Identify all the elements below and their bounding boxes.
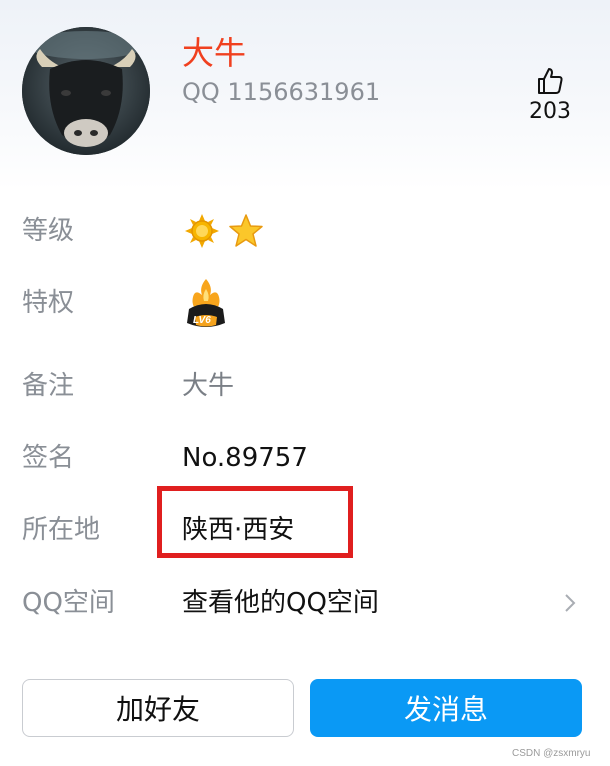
watermark: CSDN @zsxmryu xyxy=(512,748,591,759)
remark-value[interactable]: 大牛 xyxy=(182,369,234,403)
send-message-button[interactable]: 发消息 xyxy=(310,679,582,737)
qzone-label: QQ空间 xyxy=(22,588,115,618)
thumbs-up-icon xyxy=(538,68,563,94)
avatar[interactable] xyxy=(22,27,150,155)
add-friend-button[interactable]: 加好友 xyxy=(22,679,294,737)
signature-label: 签名 xyxy=(22,443,75,473)
location-label: 所在地 xyxy=(22,515,101,545)
privilege-label: 特权 xyxy=(22,288,75,318)
highlight-box xyxy=(157,486,353,558)
signature-value: No.89757 xyxy=(182,443,308,473)
remark-label: 备注 xyxy=(22,371,75,401)
svip-crown-icon: LV6 xyxy=(183,277,229,333)
qq-number: QQ 1156631961 xyxy=(182,78,381,106)
chevron-right-icon[interactable] xyxy=(560,592,580,614)
level-label: 等级 xyxy=(22,216,75,246)
qzone-link[interactable]: 查看他的QQ空间 xyxy=(182,586,379,620)
star-icon xyxy=(229,214,263,247)
sun-icon xyxy=(185,214,219,248)
like-count: 203 xyxy=(529,99,571,124)
svip-level-text: LV6 xyxy=(193,315,211,326)
bull-avatar-image xyxy=(22,27,150,155)
nickname: 大牛 xyxy=(182,34,247,72)
like-button[interactable]: 203 xyxy=(524,66,576,126)
